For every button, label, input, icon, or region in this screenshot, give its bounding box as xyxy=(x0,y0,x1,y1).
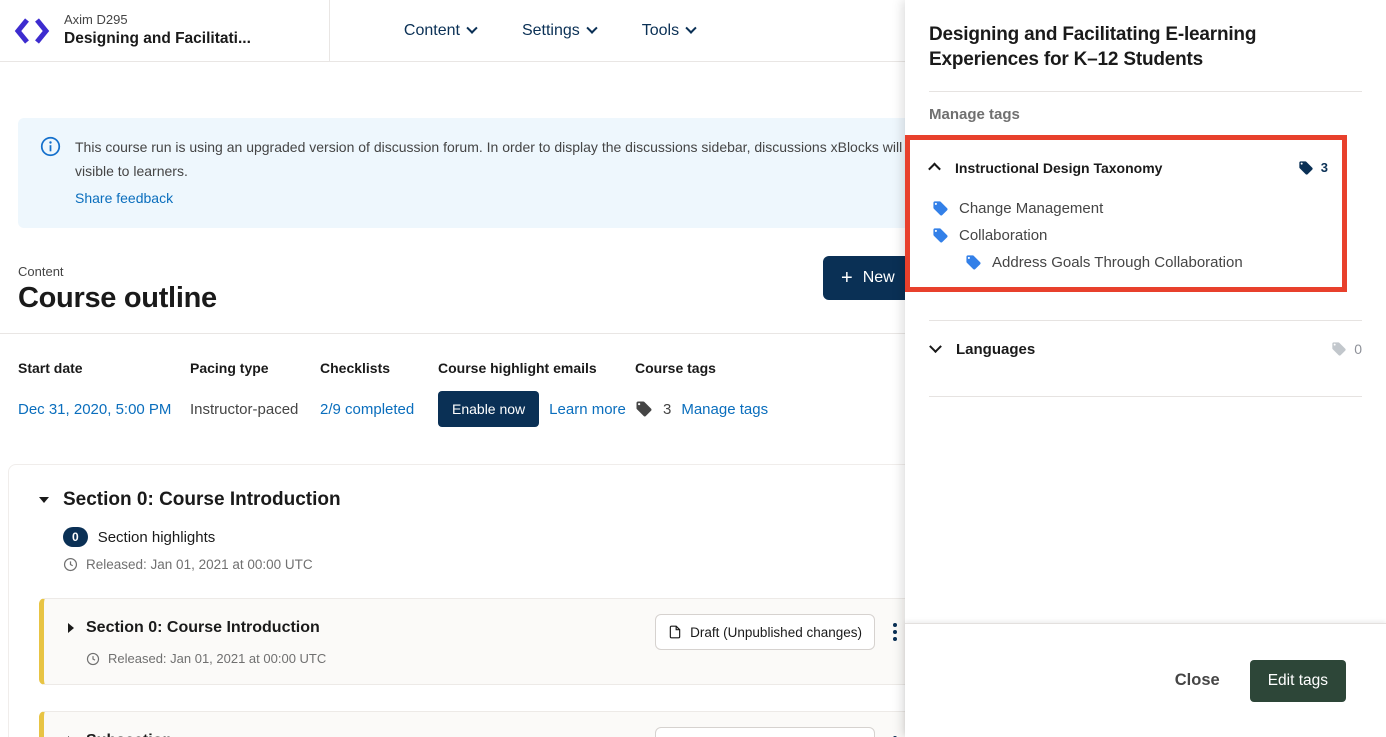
section-released-text: Released: Jan 01, 2021 at 00:00 UTC xyxy=(86,557,313,572)
enable-now-button[interactable]: Enable now xyxy=(438,391,539,427)
tag-icon xyxy=(965,254,982,271)
languages-taxonomy-name: Languages xyxy=(956,341,1035,358)
nav-content[interactable]: Content xyxy=(404,22,476,40)
nav-tools[interactable]: Tools xyxy=(642,22,695,40)
section-collapse-caret-icon[interactable] xyxy=(39,497,49,503)
tag-icon xyxy=(932,227,949,244)
highlight-emails-header: Course highlight emails xyxy=(438,360,635,376)
logo-icon[interactable] xyxy=(14,14,52,48)
nav-settings-label: Settings xyxy=(522,22,580,40)
pacing-type-header: Pacing type xyxy=(190,360,320,376)
draft-status-badge: Draft (Unpublished changes) xyxy=(655,727,875,737)
nav-tools-label: Tools xyxy=(642,22,679,40)
new-button-label: New xyxy=(863,269,895,287)
draft-badge-label: Draft (Unpublished changes) xyxy=(690,625,862,640)
org-label: Axim D295 xyxy=(64,12,251,29)
course-title-truncated: Designing and Facilitati... xyxy=(64,29,251,49)
manage-tags-drawer: Designing and Facilitating E-learning Ex… xyxy=(905,0,1386,737)
section-title: Section 0: Course Introduction xyxy=(63,489,341,511)
languages-tag-count: 0 xyxy=(1331,341,1362,357)
status-col-pacing: Pacing type Instructor-paced xyxy=(190,360,320,428)
document-icon xyxy=(668,624,682,640)
chevron-down-icon xyxy=(929,340,942,353)
taxonomy-count-value: 3 xyxy=(1321,160,1328,175)
drawer-divider xyxy=(929,91,1362,92)
status-col-checklists: Checklists 2/9 completed xyxy=(320,360,438,428)
tag-label: Collaboration xyxy=(959,227,1047,244)
code-brackets-icon xyxy=(14,15,50,47)
languages-divider-bottom xyxy=(929,396,1362,397)
tag-icon xyxy=(932,200,949,217)
alert-message-line1: This course run is using an upgraded ver… xyxy=(75,136,922,160)
checklists-link[interactable]: 2/9 completed xyxy=(320,401,414,418)
taxonomy-name: Instructional Design Taxonomy xyxy=(955,160,1162,176)
drawer-footer: Close Edit tags xyxy=(905,623,1386,737)
languages-collapse-row[interactable]: Languages 0 xyxy=(929,321,1362,378)
nav-content-label: Content xyxy=(404,22,460,40)
manage-tags-link[interactable]: Manage tags xyxy=(681,401,768,418)
tag-icon xyxy=(635,400,653,418)
share-feedback-link[interactable]: Share feedback xyxy=(75,187,173,211)
item-title: Subsection xyxy=(86,732,172,737)
brand-block: Axim D295 Designing and Facilitati... xyxy=(64,12,251,49)
item-released-text: Released: Jan 01, 2021 at 00:00 UTC xyxy=(108,651,326,666)
highlights-count-badge: 0 xyxy=(63,527,88,547)
tag-icon xyxy=(1298,160,1314,176)
item-title: Section 0: Course Introduction xyxy=(86,619,320,637)
manage-tags-heading: Manage tags xyxy=(929,106,1362,123)
edit-tags-button[interactable]: Edit tags xyxy=(1250,660,1346,702)
close-button[interactable]: Close xyxy=(1175,671,1220,690)
tag-item: Change Management xyxy=(932,200,1328,217)
tag-item: Collaboration xyxy=(932,227,1328,244)
header-divider xyxy=(329,0,330,62)
chevron-down-icon xyxy=(586,22,597,33)
tag-label: Address Goals Through Collaboration xyxy=(992,254,1243,271)
info-icon xyxy=(40,136,61,157)
alert-message-line2: visible to learners. xyxy=(75,160,922,184)
checklists-header: Checklists xyxy=(320,360,438,376)
taxonomy-tag-count: 3 xyxy=(1298,160,1328,176)
section-highlights-label[interactable]: Section highlights xyxy=(98,529,216,546)
course-tags-header: Course tags xyxy=(635,360,768,376)
clock-icon xyxy=(86,652,100,666)
chevron-down-icon xyxy=(466,22,477,33)
tag-label: Change Management xyxy=(959,200,1103,217)
alert-text: This course run is using an upgraded ver… xyxy=(75,136,922,210)
annotation-highlight-box: Instructional Design Taxonomy 3 Change M… xyxy=(905,135,1347,292)
clock-icon xyxy=(63,557,78,572)
chevron-up-icon xyxy=(928,163,941,176)
applied-tags-list: Change Management Collaboration Address … xyxy=(932,200,1328,271)
start-date-link[interactable]: Dec 31, 2020, 5:00 PM xyxy=(18,401,171,418)
tag-icon xyxy=(1331,341,1347,357)
learn-more-link[interactable]: Learn more xyxy=(549,401,626,418)
nav-settings[interactable]: Settings xyxy=(522,22,596,40)
languages-count-value: 0 xyxy=(1354,341,1362,357)
drawer-course-title: Designing and Facilitating E-learning Ex… xyxy=(929,22,1329,73)
taxonomy-collapse-row[interactable]: Instructional Design Taxonomy 3 xyxy=(930,152,1328,184)
languages-block: Languages 0 xyxy=(929,320,1362,397)
start-date-header: Start date xyxy=(18,360,190,376)
status-col-start-date: Start date Dec 31, 2020, 5:00 PM xyxy=(18,360,190,428)
item-expand-caret-icon[interactable] xyxy=(68,623,74,633)
item-menu-kebab-icon[interactable] xyxy=(891,621,899,643)
course-tags-count: 3 xyxy=(663,401,671,418)
outline-item-card: Subsection Released: Jan 01, 2021 at 00:… xyxy=(39,711,1004,737)
tag-item-child: Address Goals Through Collaboration xyxy=(965,254,1328,271)
status-col-highlight-emails: Course highlight emails Enable now Learn… xyxy=(438,360,635,428)
top-nav: Content Settings Tools xyxy=(404,22,695,40)
chevron-down-icon xyxy=(685,22,696,33)
pacing-type-value: Instructor-paced xyxy=(190,401,298,418)
outline-item-card: Section 0: Course Introduction Released:… xyxy=(39,598,1004,685)
draft-status-badge: Draft (Unpublished changes) xyxy=(655,614,875,650)
plus-icon: + xyxy=(841,268,853,288)
status-col-course-tags: Course tags 3 Manage tags xyxy=(635,360,768,428)
